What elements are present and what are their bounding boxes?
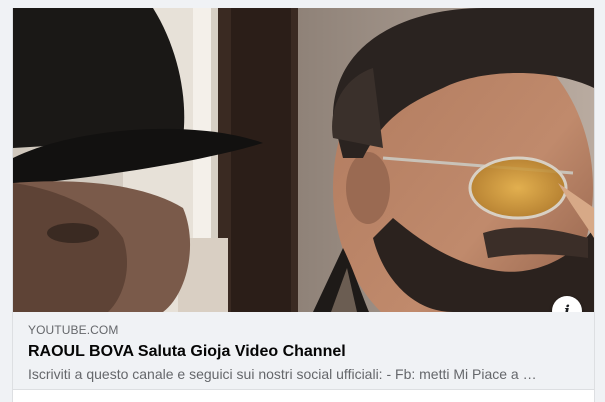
video-thumbnail-image — [13, 8, 594, 312]
post-footer-area — [13, 390, 594, 402]
link-description: Iscriviti a questo canale e seguici sui … — [28, 366, 537, 382]
link-title[interactable]: RAOUL BOVA Saluta Gioja Video Channel — [28, 341, 580, 363]
link-preview-meta[interactable]: YOUTUBE.COM RAOUL BOVA Saluta Gioja Vide… — [13, 312, 594, 390]
link-preview-card[interactable]: i YOUTUBE.COM RAOUL BOVA Saluta Gioja Vi… — [12, 8, 595, 402]
video-thumbnail[interactable] — [13, 8, 594, 312]
link-domain: YOUTUBE.COM — [28, 323, 119, 337]
